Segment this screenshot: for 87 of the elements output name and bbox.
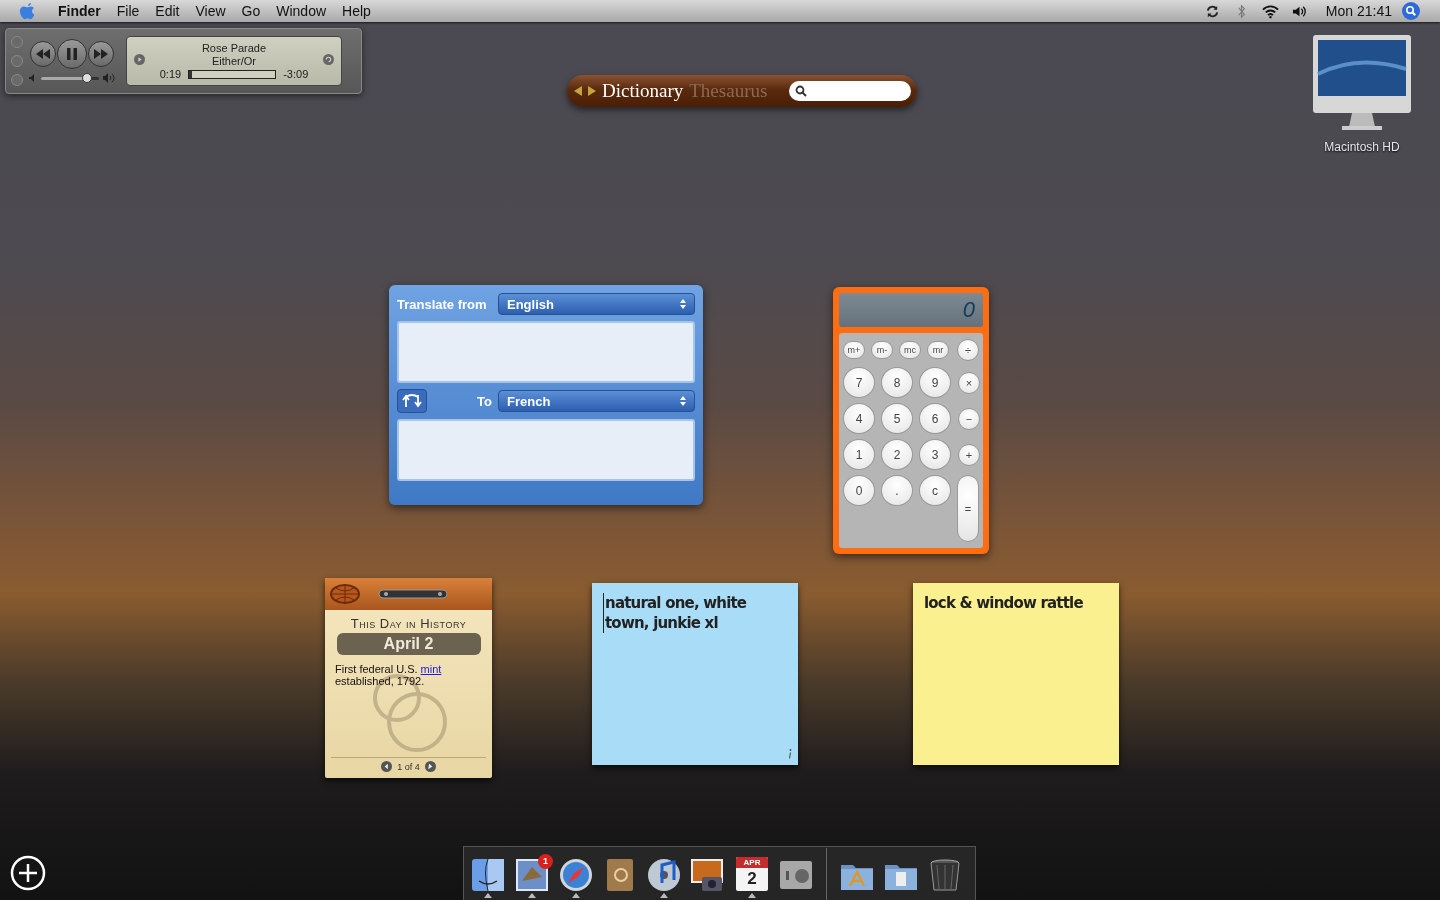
album-title: Either/Or (212, 55, 256, 67)
notification-badge: 1 (538, 853, 553, 869)
updown-icon (680, 396, 686, 406)
note-text: lock & window rattle (924, 593, 1084, 613)
info-icon[interactable] (788, 749, 792, 759)
search-field[interactable] (789, 81, 911, 101)
speaker-icon (29, 74, 37, 82)
sticky-note[interactable]: natural one, white town, junkie xl (592, 583, 798, 765)
calculator-display: 0 (839, 293, 983, 327)
calculator-key[interactable]: 6 (919, 403, 951, 434)
mint-link[interactable]: mint (420, 663, 442, 675)
menu-item[interactable]: Go (233, 3, 269, 19)
music-note-icon[interactable] (646, 856, 682, 893)
to-label: To (477, 393, 492, 409)
add-widget-icon[interactable] (10, 855, 46, 891)
menu-item[interactable]: Help (334, 3, 379, 19)
calculator-key[interactable]: 2 (881, 439, 913, 470)
disk-label[interactable]: Macintosh HD (1324, 140, 1400, 154)
menu-item[interactable]: Edit (147, 3, 188, 19)
swap-button[interactable] (397, 389, 427, 413)
song-title: Rose Parade (201, 42, 267, 54)
calculator-key[interactable]: m- (871, 341, 893, 359)
progress-bar[interactable] (188, 69, 277, 79)
previous-icon[interactable] (381, 761, 393, 772)
calculator-key[interactable]: 9 (919, 367, 951, 398)
calculator-key[interactable]: mr (927, 341, 949, 359)
menu-item[interactable]: View (187, 3, 234, 19)
back-icon[interactable] (323, 54, 334, 65)
calculator-key[interactable]: 4 (843, 403, 875, 434)
rewind-icon (36, 49, 50, 59)
next-icon[interactable] (424, 761, 436, 772)
remaining-time: -3:09 (283, 68, 309, 80)
fast-forward-button[interactable] (88, 41, 114, 67)
calculator-key[interactable]: 0 (843, 475, 875, 506)
calculator-key[interactable]: mc (899, 341, 921, 359)
note-text: natural one, white town, junkie xl (603, 593, 787, 633)
play-icon[interactable] (134, 54, 145, 65)
calculator-key[interactable]: 3 (919, 439, 951, 470)
search-icon (795, 85, 807, 97)
calculator-key[interactable]: ÷ (957, 339, 979, 361)
history-heading: This Day in History (350, 616, 467, 631)
volume-slider[interactable] (41, 76, 99, 80)
calculator-key[interactable]: 1 (843, 439, 875, 470)
calculator-key[interactable]: m+ (843, 341, 865, 359)
source-text-field[interactable] (397, 321, 695, 383)
translate-from-label: Translate from (397, 296, 487, 312)
date-banner: April 2 (336, 633, 481, 655)
camera-icon[interactable] (690, 856, 726, 893)
history-fact: First federal U.S. mint established, 1792. (334, 663, 443, 687)
ring-binder-icon (378, 588, 448, 600)
language-dropdown[interactable]: English (498, 293, 695, 315)
calculator-key[interactable]: + (958, 443, 980, 466)
calendar-icon[interactable]: APR 2 (734, 856, 770, 893)
globe-logo-icon (330, 584, 360, 604)
trash-icon[interactable] (927, 856, 963, 893)
finder-icon[interactable] (470, 856, 506, 893)
calendar-day: 2 (747, 867, 757, 890)
calculator-key[interactable]: × (958, 371, 980, 394)
speaker-loud-icon (103, 73, 115, 83)
dictionary-tab[interactable]: Dictionary (602, 80, 684, 102)
menu-clock[interactable]: Mon 21:41 (1317, 3, 1402, 19)
pause-icon (66, 48, 78, 60)
search-icon[interactable] (1402, 2, 1420, 20)
language-dropdown[interactable]: French (498, 390, 695, 412)
pause-button[interactable] (57, 39, 87, 69)
calculator-key[interactable]: c (919, 475, 951, 506)
calculator-key[interactable]: . (881, 475, 913, 506)
calculator-key[interactable]: 5 (881, 403, 913, 434)
app-menu[interactable]: Finder (50, 3, 109, 19)
elapsed-time: 0:19 (159, 68, 182, 80)
fast-forward-icon (94, 49, 108, 59)
rewind-button[interactable] (30, 41, 56, 67)
menu-item[interactable]: Window (268, 3, 335, 19)
calculator-key[interactable]: = (957, 475, 979, 542)
calculator-key[interactable]: 7 (843, 367, 875, 398)
apple-icon[interactable] (19, 1, 36, 21)
updown-icon (680, 299, 686, 309)
menu-item[interactable]: File (108, 3, 148, 19)
arrows-icon[interactable] (574, 86, 596, 96)
translation-text-field[interactable] (397, 419, 695, 481)
wifi-icon[interactable] (1261, 3, 1279, 19)
calculator-key[interactable]: − (958, 407, 980, 430)
calculator-key[interactable]: 8 (881, 367, 913, 398)
page-indicator: 1 of 4 (397, 761, 420, 772)
calendar-month: APR (736, 856, 768, 868)
sticky-note[interactable]: lock & window rattle (913, 583, 1119, 765)
compass-icon[interactable] (558, 856, 594, 893)
